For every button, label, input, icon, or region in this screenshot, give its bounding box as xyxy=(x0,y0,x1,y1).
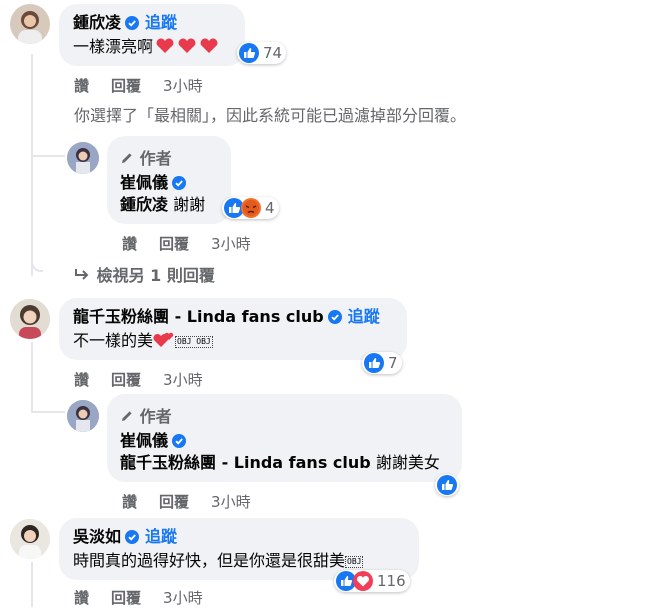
comment-bubble: 龍千玉粉絲團 - Linda fans club 追蹤 不一樣的美 OBJ OBJ xyxy=(59,298,407,360)
like-button[interactable]: 讚 xyxy=(74,371,89,389)
reply-button[interactable]: 回覆 xyxy=(159,493,189,511)
comment-actions: 讚 回覆 3小時 xyxy=(74,75,225,96)
reaction-summary[interactable] xyxy=(435,474,459,496)
comment-text: 一樣漂亮啊 xyxy=(73,37,154,56)
pencil-icon xyxy=(122,153,132,163)
reply-bubble: 作者 崔佩儀 鍾欣凌 謝謝 xyxy=(107,136,231,224)
reply-button[interactable]: 回覆 xyxy=(111,77,141,95)
avatar[interactable] xyxy=(10,519,50,559)
reaction-count: 4 xyxy=(265,199,275,217)
reply-actions: 讚 回覆 3小時 xyxy=(122,233,273,254)
timestamp[interactable]: 3小時 xyxy=(211,493,251,511)
avatar-image xyxy=(67,400,99,432)
angry-reaction-icon xyxy=(241,198,261,218)
thread-elbow xyxy=(31,240,43,272)
author-tag: 作者 xyxy=(139,407,172,426)
unsupported-glyph: OBJ OBJ xyxy=(175,336,213,348)
avatar[interactable] xyxy=(67,400,99,432)
comment-bubble: 鍾欣凌 追蹤 一樣漂亮啊 xyxy=(59,4,245,66)
reaction-summary[interactable]: 116 xyxy=(334,570,410,592)
reply-arrow-icon xyxy=(75,269,89,280)
timestamp[interactable]: 3小時 xyxy=(163,371,203,389)
like-reaction-icon xyxy=(437,475,457,495)
timestamp[interactable]: 3小時 xyxy=(163,589,203,607)
comment-text: 時間真的過得好快，但是你還是很甜美 xyxy=(73,551,346,570)
comment-text: 不一樣的美 xyxy=(73,331,154,350)
follow-button[interactable]: 追蹤 xyxy=(348,307,380,326)
reaction-summary[interactable]: 74 xyxy=(237,42,287,64)
like-button[interactable]: 讚 xyxy=(74,589,89,607)
avatar-image xyxy=(10,299,50,339)
reply-button[interactable]: 回覆 xyxy=(111,589,141,607)
thread-elbow xyxy=(31,120,65,156)
follow-button[interactable]: 追蹤 xyxy=(145,13,177,32)
reply-text: 謝謝 xyxy=(173,195,206,214)
reply-actions: 讚 回覆 3小時 xyxy=(122,491,273,512)
verified-badge-icon xyxy=(327,310,342,324)
verified-badge-icon xyxy=(172,176,187,190)
avatar-image xyxy=(18,11,42,44)
like-button[interactable]: 讚 xyxy=(74,77,89,95)
reply-text: 謝謝美女 xyxy=(375,453,440,472)
reply-bubble: 作者 崔佩儀 龍千玉粉絲團 - Linda fans club 謝謝美女 xyxy=(107,394,462,482)
verified-badge-icon xyxy=(125,530,140,544)
verified-badge-icon xyxy=(172,434,187,448)
reaction-count: 7 xyxy=(388,354,398,372)
like-button[interactable]: 讚 xyxy=(122,493,137,511)
unsupported-glyph: OBJ xyxy=(345,556,364,568)
reaction-summary[interactable]: 7 xyxy=(362,352,402,374)
verified-badge-icon xyxy=(125,16,140,30)
commenter-name[interactable]: 崔佩儀 xyxy=(120,431,168,450)
view-more-label: 檢視另 1 則回覆 xyxy=(96,266,215,285)
filter-notice: 你選擇了「最相關」，因此系統可能已過濾掉部分回覆。 xyxy=(74,106,467,125)
like-reaction-icon xyxy=(239,43,259,63)
mention-link[interactable]: 龍千玉粉絲團 - Linda fans club xyxy=(120,453,371,472)
thread-line xyxy=(31,342,33,412)
like-reaction-icon xyxy=(364,353,384,373)
thread-branch xyxy=(31,411,65,413)
comment-actions: 讚 回覆 3小時 xyxy=(74,369,225,390)
avatar-image xyxy=(10,519,50,559)
thread-line xyxy=(31,562,33,607)
timestamp[interactable]: 3小時 xyxy=(163,77,203,95)
view-more-replies[interactable]: 檢視另 1 則回覆 xyxy=(73,262,215,286)
commenter-name[interactable]: 龍千玉粉絲團 - Linda fans club xyxy=(73,307,324,326)
pencil-icon xyxy=(122,411,132,421)
reaction-summary[interactable]: 4 xyxy=(222,197,279,219)
commenter-name[interactable]: 鍾欣凌 xyxy=(73,13,121,32)
follow-button[interactable]: 追蹤 xyxy=(145,527,177,546)
avatar[interactable] xyxy=(10,299,50,339)
heart-emoji-icon xyxy=(153,332,174,347)
comment-actions: 讚 回覆 3小時 xyxy=(74,587,225,608)
like-button[interactable]: 讚 xyxy=(122,235,137,253)
avatar[interactable] xyxy=(10,4,50,44)
timestamp[interactable]: 3小時 xyxy=(211,235,251,253)
heart-emoji-icon xyxy=(156,38,218,53)
avatar[interactable] xyxy=(67,142,99,174)
avatar-image xyxy=(67,142,99,174)
thread-branch xyxy=(31,155,65,157)
commenter-name[interactable]: 吳淡如 xyxy=(73,527,121,546)
commenter-name[interactable]: 崔佩儀 xyxy=(120,173,168,192)
reaction-count: 74 xyxy=(263,44,283,62)
reaction-count: 116 xyxy=(377,572,406,590)
reply-button[interactable]: 回覆 xyxy=(159,235,189,253)
love-reaction-icon xyxy=(353,571,373,591)
author-tag: 作者 xyxy=(139,149,172,168)
reply-button[interactable]: 回覆 xyxy=(111,371,141,389)
mention-link[interactable]: 鍾欣凌 xyxy=(120,195,168,214)
